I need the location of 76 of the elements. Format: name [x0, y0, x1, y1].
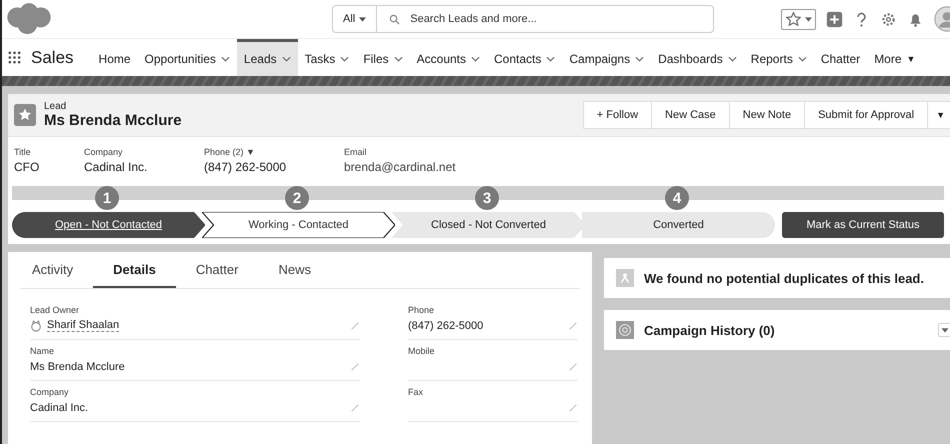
more-menu[interactable]: More ▼: [867, 39, 922, 76]
chevron-icon: [220, 56, 230, 62]
step-callout: 2: [285, 186, 309, 210]
chevron-icon: [282, 56, 291, 62]
field-value: CFO: [14, 160, 40, 174]
field-label: Lead Owner: [30, 305, 80, 315]
field-label: Title: [14, 147, 32, 157]
step-callout: 1: [95, 186, 119, 210]
path-stage[interactable]: Working - Contacted: [202, 212, 395, 238]
nav-tab[interactable]: Home: [92, 39, 138, 76]
chevron-icon: [728, 56, 737, 62]
card-title: Campaign History (0): [644, 322, 775, 338]
field-value: Cadinal Inc.: [30, 402, 88, 414]
chevron-icon: [546, 56, 556, 62]
chevron-icon: [394, 56, 403, 62]
nav-tab[interactable]: Files: [356, 39, 410, 76]
field-value[interactable]: Sharif Shaalan: [47, 319, 120, 332]
tab[interactable]: Activity: [20, 252, 94, 288]
field-value: (847) 262-5000: [408, 320, 484, 332]
plus-icon[interactable]: [826, 10, 843, 28]
nav-tab[interactable]: Reports: [744, 39, 814, 76]
caret-icon: [805, 16, 812, 22]
nav-tab[interactable]: Leads: [236, 39, 298, 76]
field-label: Company: [30, 387, 70, 397]
field-label: Mobile: [408, 346, 436, 356]
path-stage[interactable]: Converted: [582, 212, 775, 238]
action-button[interactable]: New Case: [651, 101, 730, 129]
field-label: Company: [84, 147, 124, 157]
field-label: Phone: [408, 305, 436, 315]
nav-tab[interactable]: Tasks: [298, 39, 356, 76]
nav-tab[interactable]: Accounts: [410, 39, 488, 76]
user-icon: [30, 320, 42, 332]
star-icon: [785, 10, 802, 28]
search-icon: [389, 14, 400, 24]
field-label: Fax: [408, 387, 424, 397]
record-name: Ms Brenda Mcclure: [44, 112, 182, 129]
search-field[interactable]: All Search Leads and more...: [332, 5, 714, 33]
step-callout: 3: [475, 186, 499, 210]
action-button[interactable]: Submit for Approval: [804, 101, 928, 129]
favorites-button[interactable]: [781, 8, 816, 30]
tab[interactable]: Details: [93, 252, 176, 288]
more-actions-button[interactable]: ▼: [927, 101, 950, 129]
duplicates-message: We found no potential duplicates of this lead.: [644, 270, 924, 286]
chevron-icon: [471, 56, 480, 62]
field-label: Email: [344, 147, 368, 157]
field-value: Ms Brenda Mcclure: [30, 360, 125, 372]
search-scope-dropdown[interactable]: All: [333, 6, 378, 32]
field-label: Name: [30, 346, 56, 356]
tab[interactable]: News: [258, 252, 331, 288]
chevron-icon: [798, 56, 807, 62]
app-name: Sales: [31, 48, 74, 68]
nav-tab[interactable]: Opportunities: [138, 39, 237, 76]
dropdown-icon[interactable]: [938, 323, 950, 337]
target-icon: [616, 321, 634, 339]
field-value: Cadinal Inc.: [84, 160, 148, 174]
settings-icon[interactable]: [880, 10, 897, 28]
chevron-icon: [340, 56, 350, 62]
person-icon: [616, 269, 634, 287]
nav-tab[interactable]: Chatter: [814, 39, 868, 76]
app-launcher-icon[interactable]: [8, 51, 21, 64]
nav-tab[interactable]: Dashboards: [651, 39, 744, 76]
field-value[interactable]: brenda@cardinal.net: [344, 160, 456, 174]
step-callout: 4: [665, 186, 689, 210]
tab[interactable]: Chatter: [176, 252, 258, 288]
chevron-icon: [635, 56, 644, 62]
field-value: (847) 262-5000: [204, 160, 288, 174]
path-stage[interactable]: Open - Not Contacted: [12, 212, 205, 238]
action-button[interactable]: + Follow: [582, 101, 652, 129]
caret-icon: [359, 16, 366, 22]
nav-tab[interactable]: Campaigns: [562, 39, 652, 76]
nav-tab[interactable]: Contacts: [487, 39, 562, 76]
path-stage[interactable]: Closed - Not Converted: [392, 212, 585, 238]
field-label: Phone (2) ▼: [204, 147, 256, 157]
action-button[interactable]: New Note: [728, 101, 806, 129]
record-type: Lead: [44, 101, 68, 112]
mark-status-button[interactable]: Mark as Current Status: [782, 212, 944, 238]
